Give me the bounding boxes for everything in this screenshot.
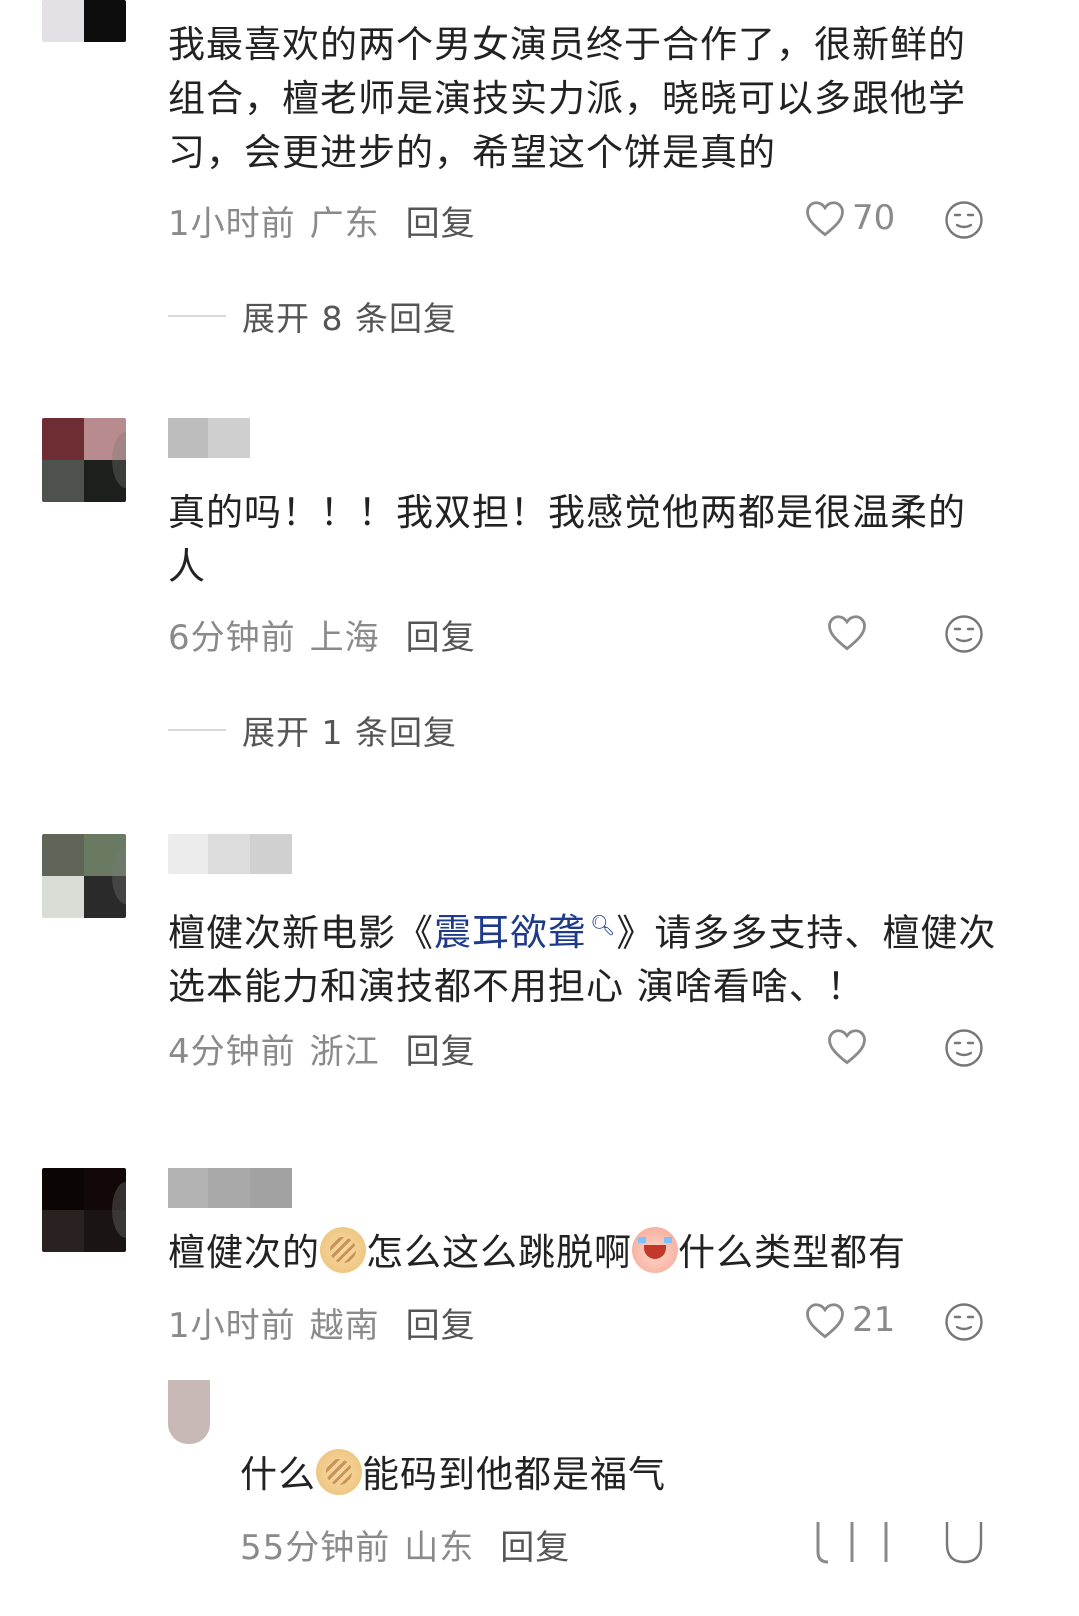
username-redacted[interactable] xyxy=(168,1168,292,1208)
flatbread-emoji xyxy=(316,1449,362,1495)
heart-outline-icon[interactable] xyxy=(812,1522,892,1566)
flatbread-emoji xyxy=(320,1227,366,1273)
reply-location: 山东 xyxy=(404,1527,475,1568)
search-icon: 🔍︎ xyxy=(590,913,617,937)
avatar[interactable] xyxy=(42,0,126,42)
crying-face-emoji xyxy=(632,1227,678,1273)
comment-text-part: 檀健次新电影《 xyxy=(168,911,434,955)
expand-replies-button[interactable]: 展开 1 条回复 xyxy=(168,706,457,754)
reply-button[interactable]: 回复 xyxy=(406,1024,476,1073)
divider-line xyxy=(168,315,226,317)
like-count: 70 xyxy=(852,198,896,238)
comment-text: 我最喜欢的两个男女演员终于合作了，很新鲜的组合，檀老师是演技实力派，晓晓可以多跟… xyxy=(168,23,966,174)
neutral-face-icon[interactable] xyxy=(944,1522,984,1566)
like-button[interactable]: 21 xyxy=(804,1300,895,1340)
search-link[interactable]: 震耳欲聋 🔍︎ xyxy=(434,911,616,954)
comment-time: 4分钟前 xyxy=(168,1031,296,1072)
neutral-face-icon[interactable] xyxy=(944,614,984,654)
neutral-face-icon[interactable] xyxy=(944,1028,984,1068)
expand-replies-label: 展开 1 条回复 xyxy=(242,713,457,752)
avatar[interactable] xyxy=(42,418,126,502)
heart-outline-icon xyxy=(806,1303,844,1339)
search-link-text: 震耳欲聋 xyxy=(434,911,586,955)
neutral-face-icon[interactable] xyxy=(944,200,984,240)
reply-text-part: 能码到他都是福气 xyxy=(362,1453,666,1496)
heart-outline-icon xyxy=(806,201,844,237)
heart-outline-icon xyxy=(828,1029,866,1065)
comment-time: 1小时前 xyxy=(168,1305,296,1346)
like-button[interactable] xyxy=(826,1026,868,1066)
username-redacted[interactable] xyxy=(168,418,250,458)
username-redacted[interactable] xyxy=(168,834,292,874)
reply-button[interactable]: 回复 xyxy=(406,1298,476,1347)
reply-text: 什么 能码到他都是福气 xyxy=(240,1448,1000,1502)
expand-replies-button[interactable]: 展开 8 条回复 xyxy=(168,292,457,340)
avatar[interactable] xyxy=(42,1168,126,1252)
comment-meta: 4分钟前 浙江 回复 xyxy=(168,1024,476,1073)
comment-time: 6分钟前 xyxy=(168,617,296,658)
comment-location: 浙江 xyxy=(309,1031,380,1072)
comment-text: 檀健次的 怎么这么跳脱啊 什么类型都有 xyxy=(168,1226,998,1280)
reply-time: 55分钟前 xyxy=(240,1527,391,1568)
comment-location: 上海 xyxy=(309,617,380,658)
reply-meta: 55分钟前 山东 回复 xyxy=(240,1520,570,1569)
comment-meta: 1小时前 越南 回复 xyxy=(168,1298,476,1347)
comment-meta: 6分钟前 上海 回复 xyxy=(168,610,476,659)
divider-line xyxy=(168,729,226,731)
comment-text-part: 怎么这么跳脱啊 xyxy=(366,1231,632,1274)
avatar[interactable] xyxy=(168,1380,210,1444)
comment-text: 檀健次新电影《震耳欲聋 🔍︎》请多多支持、檀健次选本能力和演技都不用担心 演啥看啥… xyxy=(168,898,998,1014)
avatar[interactable] xyxy=(42,834,126,918)
reply-button[interactable]: 回复 xyxy=(406,196,476,245)
heart-outline-icon xyxy=(828,615,866,651)
comment-time: 1小时前 xyxy=(168,203,296,244)
reply-button[interactable]: 回复 xyxy=(406,610,476,659)
comment-text-part: 什么类型都有 xyxy=(678,1231,906,1274)
comment-meta: 1小时前 广东 回复 xyxy=(168,196,476,245)
like-count: 21 xyxy=(852,1300,896,1340)
like-button[interactable] xyxy=(826,612,868,652)
expand-replies-label: 展开 8 条回复 xyxy=(242,299,457,338)
comment-text-part: 檀健次的 xyxy=(168,1231,320,1274)
comment-location: 越南 xyxy=(309,1305,380,1346)
comment-text: 真的吗！！！我双担！我感觉他两都是很温柔的人 xyxy=(168,491,966,588)
like-button[interactable]: 70 xyxy=(804,198,895,238)
neutral-face-icon[interactable] xyxy=(944,1302,984,1342)
reply-button[interactable]: 回复 xyxy=(500,1520,570,1569)
comment-location: 广东 xyxy=(309,203,380,244)
reply-text-part: 什么 xyxy=(240,1453,316,1496)
